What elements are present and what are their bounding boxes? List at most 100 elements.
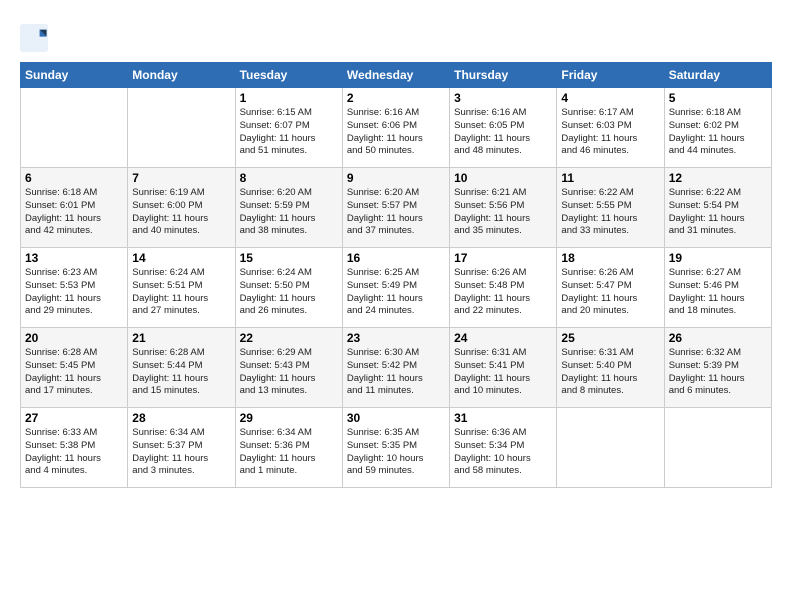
calendar-cell: 1 Sunrise: 6:15 AM Sunset: 6:07 PM Daylig… (235, 88, 342, 168)
day-number: 15 (240, 251, 338, 265)
day-info: Sunrise: 6:28 AM Sunset: 5:44 PM Dayligh… (132, 347, 230, 398)
day-info: Sunrise: 6:23 AM Sunset: 5:53 PM Dayligh… (25, 267, 123, 318)
calendar-cell: 13 Sunrise: 6:23 AM Sunset: 5:53 PM Dayli… (21, 248, 128, 328)
day-number: 21 (132, 331, 230, 345)
calendar-cell (557, 408, 664, 488)
calendar-cell: 30 Sunrise: 6:35 AM Sunset: 5:35 PM Dayli… (342, 408, 449, 488)
day-number: 17 (454, 251, 552, 265)
calendar-week-row: 1 Sunrise: 6:15 AM Sunset: 6:07 PM Daylig… (21, 88, 772, 168)
weekday-header: Friday (557, 63, 664, 88)
calendar-cell: 29 Sunrise: 6:34 AM Sunset: 5:36 PM Dayli… (235, 408, 342, 488)
calendar-cell (128, 88, 235, 168)
calendar-week-row: 20 Sunrise: 6:28 AM Sunset: 5:45 PM Dayli… (21, 328, 772, 408)
day-number: 26 (669, 331, 767, 345)
calendar-week-row: 6 Sunrise: 6:18 AM Sunset: 6:01 PM Daylig… (21, 168, 772, 248)
calendar-cell: 21 Sunrise: 6:28 AM Sunset: 5:44 PM Dayli… (128, 328, 235, 408)
day-number: 20 (25, 331, 123, 345)
day-number: 3 (454, 91, 552, 105)
calendar-cell: 11 Sunrise: 6:22 AM Sunset: 5:55 PM Dayli… (557, 168, 664, 248)
day-info: Sunrise: 6:33 AM Sunset: 5:38 PM Dayligh… (25, 427, 123, 478)
calendar-cell: 28 Sunrise: 6:34 AM Sunset: 5:37 PM Dayli… (128, 408, 235, 488)
day-info: Sunrise: 6:31 AM Sunset: 5:41 PM Dayligh… (454, 347, 552, 398)
day-info: Sunrise: 6:30 AM Sunset: 5:42 PM Dayligh… (347, 347, 445, 398)
day-info: Sunrise: 6:24 AM Sunset: 5:51 PM Dayligh… (132, 267, 230, 318)
calendar-week-row: 27Sunrise: 6:33 AM Sunset: 5:38 PM Dayli… (21, 408, 772, 488)
logo (20, 24, 52, 52)
day-info: Sunrise: 6:36 AM Sunset: 5:34 PM Dayligh… (454, 427, 552, 478)
day-number: 10 (454, 171, 552, 185)
calendar-cell: 23 Sunrise: 6:30 AM Sunset: 5:42 PM Dayli… (342, 328, 449, 408)
day-number: 25 (561, 331, 659, 345)
weekday-header-row: SundayMondayTuesdayWednesdayThursdayFrid… (21, 63, 772, 88)
calendar-cell: 6 Sunrise: 6:18 AM Sunset: 6:01 PM Daylig… (21, 168, 128, 248)
day-number: 13 (25, 251, 123, 265)
calendar-cell: 18 Sunrise: 6:26 AM Sunset: 5:47 PM Dayli… (557, 248, 664, 328)
day-number: 1 (240, 91, 338, 105)
day-number: 19 (669, 251, 767, 265)
calendar-cell: 16 Sunrise: 6:25 AM Sunset: 5:49 PM Dayli… (342, 248, 449, 328)
day-info: Sunrise: 6:28 AM Sunset: 5:45 PM Dayligh… (25, 347, 123, 398)
weekday-header: Wednesday (342, 63, 449, 88)
weekday-header: Sunday (21, 63, 128, 88)
day-number: 29 (240, 411, 338, 425)
day-info: Sunrise: 6:18 AM Sunset: 6:02 PM Dayligh… (669, 107, 767, 158)
day-number: 6 (25, 171, 123, 185)
day-info: Sunrise: 6:21 AM Sunset: 5:56 PM Dayligh… (454, 187, 552, 238)
calendar-cell (21, 88, 128, 168)
day-number: 28 (132, 411, 230, 425)
day-number: 23 (347, 331, 445, 345)
day-number: 11 (561, 171, 659, 185)
day-number: 8 (240, 171, 338, 185)
day-number: 16 (347, 251, 445, 265)
calendar-cell: 17 Sunrise: 6:26 AM Sunset: 5:48 PM Dayli… (450, 248, 557, 328)
day-info: Sunrise: 6:27 AM Sunset: 5:46 PM Dayligh… (669, 267, 767, 318)
day-number: 5 (669, 91, 767, 105)
day-info: Sunrise: 6:32 AM Sunset: 5:39 PM Dayligh… (669, 347, 767, 398)
day-number: 18 (561, 251, 659, 265)
calendar-cell: 22 Sunrise: 6:29 AM Sunset: 5:43 PM Dayli… (235, 328, 342, 408)
day-info: Sunrise: 6:16 AM Sunset: 6:06 PM Dayligh… (347, 107, 445, 158)
day-info: Sunrise: 6:15 AM Sunset: 6:07 PM Dayligh… (240, 107, 338, 158)
weekday-header: Saturday (664, 63, 771, 88)
day-info: Sunrise: 6:20 AM Sunset: 5:59 PM Dayligh… (240, 187, 338, 238)
weekday-header: Tuesday (235, 63, 342, 88)
calendar-week-row: 13 Sunrise: 6:23 AM Sunset: 5:53 PM Dayli… (21, 248, 772, 328)
calendar-cell: 7Sunrise: 6:19 AM Sunset: 6:00 PM Daylig… (128, 168, 235, 248)
calendar-cell: 9 Sunrise: 6:20 AM Sunset: 5:57 PM Daylig… (342, 168, 449, 248)
calendar-cell: 24 Sunrise: 6:31 AM Sunset: 5:41 PM Dayli… (450, 328, 557, 408)
day-number: 30 (347, 411, 445, 425)
day-number: 9 (347, 171, 445, 185)
day-info: Sunrise: 6:29 AM Sunset: 5:43 PM Dayligh… (240, 347, 338, 398)
calendar-cell: 14 Sunrise: 6:24 AM Sunset: 5:51 PM Dayli… (128, 248, 235, 328)
day-number: 2 (347, 91, 445, 105)
day-number: 24 (454, 331, 552, 345)
day-info: Sunrise: 6:16 AM Sunset: 6:05 PM Dayligh… (454, 107, 552, 158)
calendar-cell: 4 Sunrise: 6:17 AM Sunset: 6:03 PM Daylig… (557, 88, 664, 168)
day-number: 4 (561, 91, 659, 105)
day-info: Sunrise: 6:35 AM Sunset: 5:35 PM Dayligh… (347, 427, 445, 478)
day-number: 22 (240, 331, 338, 345)
logo-icon (20, 24, 48, 52)
calendar-cell (664, 408, 771, 488)
day-number: 31 (454, 411, 552, 425)
calendar-cell: 25 Sunrise: 6:31 AM Sunset: 5:40 PM Dayli… (557, 328, 664, 408)
day-info: Sunrise: 6:31 AM Sunset: 5:40 PM Dayligh… (561, 347, 659, 398)
day-info: Sunrise: 6:18 AM Sunset: 6:01 PM Dayligh… (25, 187, 123, 238)
calendar-cell: 27Sunrise: 6:33 AM Sunset: 5:38 PM Dayli… (21, 408, 128, 488)
day-info: Sunrise: 6:22 AM Sunset: 5:55 PM Dayligh… (561, 187, 659, 238)
day-info: Sunrise: 6:17 AM Sunset: 6:03 PM Dayligh… (561, 107, 659, 158)
day-info: Sunrise: 6:25 AM Sunset: 5:49 PM Dayligh… (347, 267, 445, 318)
day-number: 14 (132, 251, 230, 265)
calendar-cell: 3 Sunrise: 6:16 AM Sunset: 6:05 PM Daylig… (450, 88, 557, 168)
day-info: Sunrise: 6:19 AM Sunset: 6:00 PM Dayligh… (132, 187, 230, 238)
calendar-cell: 19 Sunrise: 6:27 AM Sunset: 5:46 PM Dayli… (664, 248, 771, 328)
day-info: Sunrise: 6:34 AM Sunset: 5:36 PM Dayligh… (240, 427, 338, 478)
calendar-cell: 12Sunrise: 6:22 AM Sunset: 5:54 PM Dayli… (664, 168, 771, 248)
day-info: Sunrise: 6:20 AM Sunset: 5:57 PM Dayligh… (347, 187, 445, 238)
day-info: Sunrise: 6:26 AM Sunset: 5:47 PM Dayligh… (561, 267, 659, 318)
calendar-cell: 26 Sunrise: 6:32 AM Sunset: 5:39 PM Dayli… (664, 328, 771, 408)
calendar-cell: 15Sunrise: 6:24 AM Sunset: 5:50 PM Dayli… (235, 248, 342, 328)
day-info: Sunrise: 6:26 AM Sunset: 5:48 PM Dayligh… (454, 267, 552, 318)
day-info: Sunrise: 6:34 AM Sunset: 5:37 PM Dayligh… (132, 427, 230, 478)
calendar-cell: 31 Sunrise: 6:36 AM Sunset: 5:34 PM Dayli… (450, 408, 557, 488)
